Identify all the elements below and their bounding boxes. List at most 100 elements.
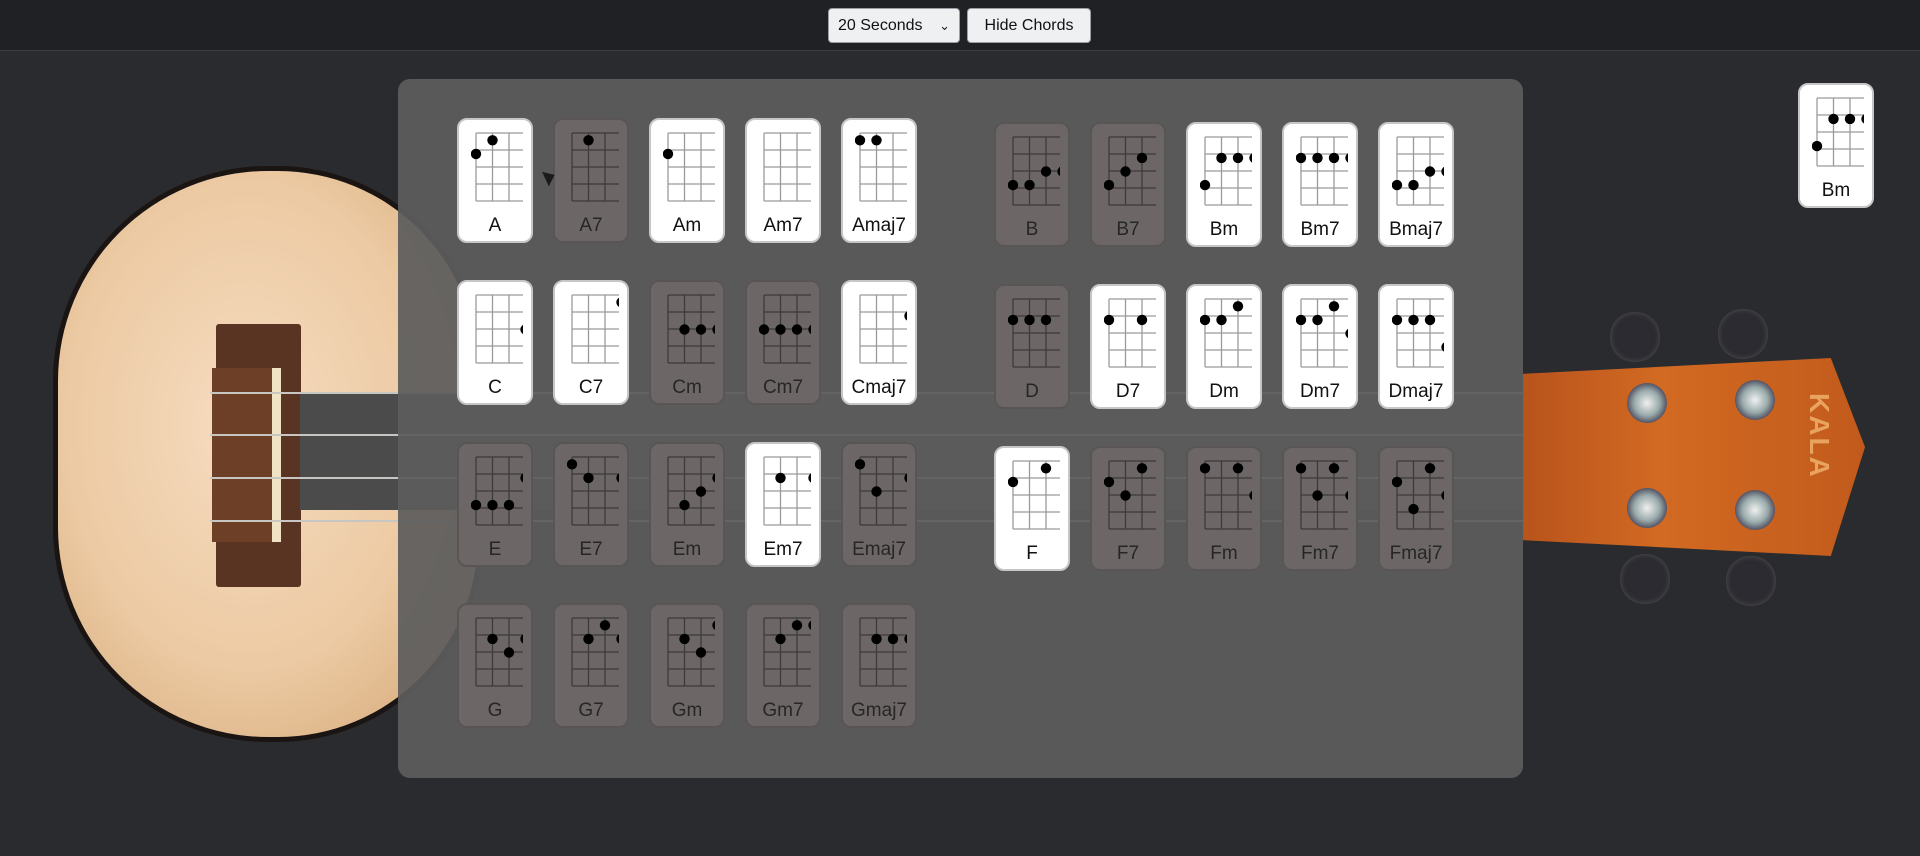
finger-dot <box>471 499 482 511</box>
finger-dot <box>1008 179 1019 191</box>
chord-name: Bm <box>1209 219 1239 240</box>
finger-dot <box>855 459 866 470</box>
chord-diagram <box>475 294 523 364</box>
chord-card-dmaj7[interactable]: Dmaj7 <box>1378 284 1454 409</box>
chord-name: E7 <box>579 539 603 560</box>
chord-card-g7[interactable]: G7 <box>553 603 629 728</box>
chord-card-cm7[interactable]: Cm7 <box>745 280 821 405</box>
finger-dot <box>616 297 619 307</box>
tuning-peg <box>1718 309 1768 359</box>
timer-select[interactable]: 20 Seconds ⌄ <box>828 8 960 43</box>
chord-card-am[interactable]: Am <box>649 118 725 243</box>
chord-diagram <box>1392 136 1444 206</box>
finger-dot <box>791 324 803 335</box>
chord-name: D <box>1025 381 1039 402</box>
chord-name: Cm7 <box>762 377 804 398</box>
chord-card-dm[interactable]: Dm <box>1186 284 1262 409</box>
tuning-peg <box>1610 312 1660 362</box>
chord-card-f7[interactable]: F7 <box>1090 446 1166 571</box>
chord-diagram <box>667 456 715 526</box>
finger-dot <box>583 472 594 484</box>
chord-name: Gm <box>671 700 703 721</box>
finger-dot <box>1200 463 1211 474</box>
tuning-peg <box>1620 554 1670 604</box>
chord-card-e7[interactable]: E7 <box>553 442 629 567</box>
finger-dot <box>871 135 882 146</box>
finger-dot <box>791 620 803 631</box>
finger-dot <box>1216 314 1227 326</box>
finger-dot <box>1345 490 1348 501</box>
finger-dot <box>1040 166 1052 177</box>
finger-dot <box>1136 314 1148 326</box>
finger-dot <box>695 486 707 497</box>
finger-dot <box>1136 152 1148 164</box>
chord-name: Fmaj7 <box>1389 543 1443 564</box>
finger-dot <box>487 135 498 146</box>
chord-card-em[interactable]: Em <box>649 442 725 567</box>
finger-dot <box>1392 179 1403 191</box>
chord-card-a[interactable]: A <box>457 118 533 243</box>
finger-dot <box>1104 476 1115 488</box>
current-chord-name: Bm <box>1821 180 1851 201</box>
chord-diagram <box>1200 460 1252 530</box>
chord-card-a7[interactable]: A7 <box>553 118 629 243</box>
chord-card-b[interactable]: B <box>994 122 1070 247</box>
chord-card-amaj7[interactable]: Amaj7 <box>841 118 917 243</box>
chord-diagram <box>859 294 907 364</box>
chord-name: Am <box>672 215 702 236</box>
finger-dot <box>1200 314 1211 326</box>
chord-card-b7[interactable]: B7 <box>1090 122 1166 247</box>
chord-card-fm[interactable]: Fm <box>1186 446 1262 571</box>
finger-dot <box>775 324 786 335</box>
chord-card-emaj7[interactable]: Emaj7 <box>841 442 917 567</box>
chord-name: A7 <box>579 215 603 236</box>
chord-card-fmaj7[interactable]: Fmaj7 <box>1378 446 1454 571</box>
finger-dot <box>1424 463 1436 474</box>
brand-logo: KALA <box>1804 393 1835 479</box>
finger-dot <box>695 324 707 335</box>
finger-dot <box>520 324 523 335</box>
chord-diagram <box>1392 460 1444 530</box>
chord-card-c[interactable]: C <box>457 280 533 405</box>
chord-card-em7[interactable]: Em7 <box>745 442 821 567</box>
chord-name: C7 <box>578 377 604 398</box>
finger-dot <box>1328 463 1340 474</box>
chord-card-c7[interactable]: C7 <box>553 280 629 405</box>
chord-card-d[interactable]: D <box>994 284 1070 409</box>
chord-card-bm7[interactable]: Bm7 <box>1282 122 1358 247</box>
chord-card-bmaj7[interactable]: Bmaj7 <box>1378 122 1454 247</box>
finger-dot <box>1136 463 1148 474</box>
chord-card-cmaj7[interactable]: Cmaj7 <box>841 280 917 405</box>
finger-dot <box>1040 314 1052 326</box>
chord-card-gmaj7[interactable]: Gmaj7 <box>841 603 917 728</box>
hide-chords-button[interactable]: Hide Chords <box>967 8 1091 43</box>
finger-dot <box>1296 463 1307 474</box>
chord-card-am7[interactable]: Am7 <box>745 118 821 243</box>
chord-diagram <box>471 456 523 526</box>
chord-card-fm7[interactable]: Fm7 <box>1282 446 1358 571</box>
chord-card-g[interactable]: G <box>457 603 533 728</box>
chord-diagram <box>1296 298 1348 368</box>
chord-name: B <box>1025 219 1039 240</box>
chord-name: C <box>488 377 502 398</box>
chord-card-cm[interactable]: Cm <box>649 280 725 405</box>
finger-dot <box>871 486 882 497</box>
finger-dot <box>1216 152 1227 164</box>
chord-card-gm7[interactable]: Gm7 <box>745 603 821 728</box>
chord-card-gm[interactable]: Gm <box>649 603 725 728</box>
chord-diagram <box>855 456 907 526</box>
finger-dot <box>1392 476 1403 488</box>
chord-name: A <box>488 215 502 236</box>
chord-card-dm7[interactable]: Dm7 <box>1282 284 1358 409</box>
chord-card-d7[interactable]: D7 <box>1090 284 1166 409</box>
finger-dot <box>567 459 578 470</box>
finger-dot <box>712 324 715 335</box>
bridge-saddle <box>272 368 281 542</box>
chord-card-e[interactable]: E <box>457 442 533 567</box>
chord-diagram <box>1104 460 1156 530</box>
chord-card-f[interactable]: F <box>994 446 1070 571</box>
chord-name: F7 <box>1116 543 1140 564</box>
finger-dot <box>1328 152 1340 164</box>
finger-dot <box>1024 179 1035 191</box>
chord-card-bm[interactable]: Bm <box>1186 122 1262 247</box>
